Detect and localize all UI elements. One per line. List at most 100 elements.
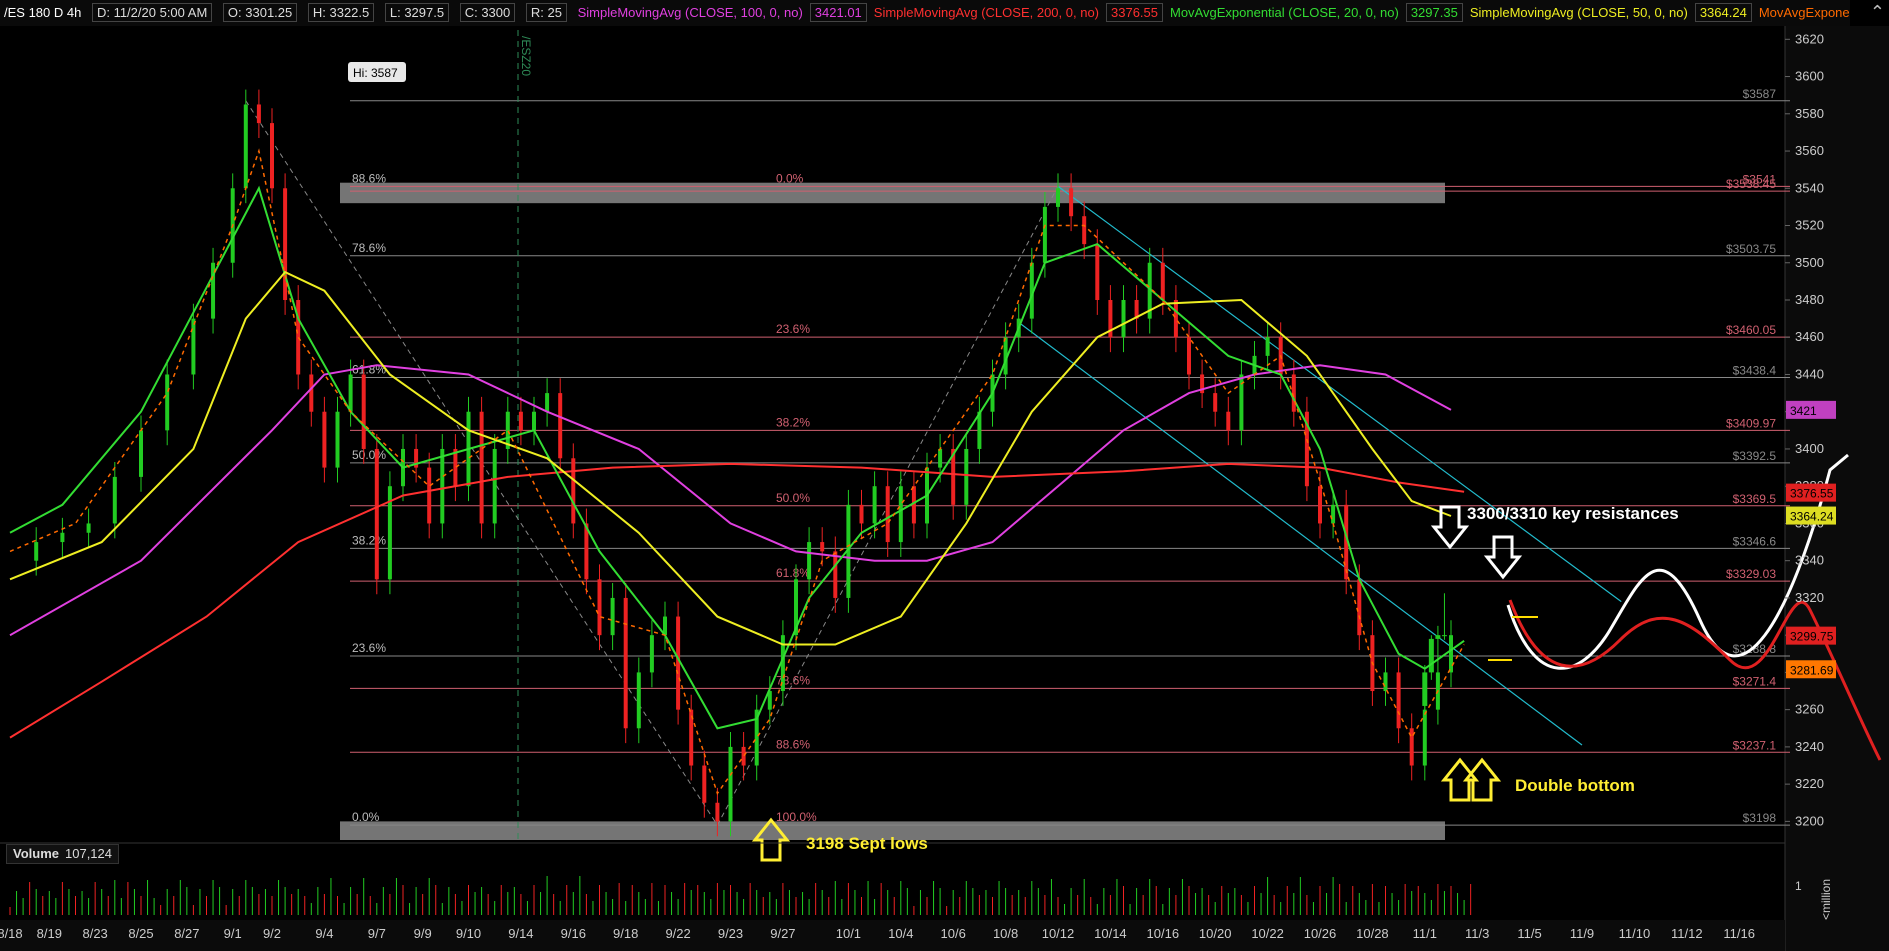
price-badge-label-0: 3421: [1790, 404, 1817, 418]
price-chart[interactable]: $3587$3541$3538.45$3503.75$3460.05$3438.…: [0, 0, 1889, 951]
candle-body: [139, 430, 143, 477]
x-axis-label-2: 8/23: [82, 926, 107, 941]
candle-body: [243, 104, 248, 189]
candle-body: [728, 746, 733, 822]
candle-body: [1160, 262, 1165, 300]
series-line-1: [9, 462, 1465, 739]
y-axis-label-18: 3260: [1795, 702, 1824, 717]
level-label-3: $3503.75: [1726, 242, 1776, 256]
series-line-0: [9, 364, 1452, 637]
x-axis-label-27: 10/28: [1356, 926, 1389, 941]
fib-left-label-0: 88.6%: [352, 171, 386, 185]
channel-lower: [1018, 321, 1583, 746]
x-axis-label-22: 10/14: [1094, 926, 1127, 941]
candle-body: [1042, 206, 1047, 263]
candle-body: [833, 551, 838, 598]
candle-body: [636, 672, 641, 729]
x-axis-label-28: 11/1: [1413, 926, 1437, 941]
y-axis-label-20: 3220: [1795, 776, 1824, 791]
candle-body: [1056, 188, 1060, 207]
candle-body: [741, 746, 746, 766]
candle-body: [309, 374, 314, 412]
channel-upper: [1057, 185, 1622, 603]
level-label-0: $3587: [1743, 87, 1777, 101]
x-axis-label-25: 10/22: [1251, 926, 1284, 941]
candle-body: [1069, 188, 1074, 217]
candle-body: [1357, 579, 1362, 636]
fib-right-label-4: 61.8%: [776, 566, 810, 580]
candle-body: [715, 802, 720, 822]
price-badge-label-3: 3299.75: [1790, 630, 1834, 644]
level-label-4: $3460.05: [1726, 323, 1776, 337]
x-axis-label-3: 8/25: [128, 926, 153, 941]
x-axis-label-21: 10/12: [1042, 926, 1075, 941]
arrow-up-icon: [1462, 757, 1502, 802]
level-label-5: $3438.4: [1733, 363, 1777, 377]
high-tag-label: Hi: 3587: [353, 66, 398, 80]
x-axis-label-24: 10/20: [1199, 926, 1232, 941]
x-axis-label-26: 10/26: [1304, 926, 1337, 941]
y-axis-label-4: 3540: [1795, 180, 1824, 195]
fib-right-label-7: 100.0%: [776, 810, 817, 824]
candle-body: [256, 104, 261, 124]
candle-body: [1331, 504, 1336, 524]
x-axis-label-16: 9/27: [770, 926, 795, 941]
candle-body: [1213, 393, 1218, 412]
x-axis-label-34: 11/16: [1723, 926, 1755, 941]
x-axis-label-15: 9/23: [718, 926, 743, 941]
series-line-3: [9, 270, 1452, 646]
candle-body: [597, 579, 602, 636]
x-axis-label-23: 10/16: [1147, 926, 1180, 941]
x-axis-label-29: 11/3: [1465, 926, 1489, 941]
candle-body: [807, 542, 812, 580]
arrow-down-icon: [1483, 535, 1523, 580]
candle-body: [440, 448, 445, 524]
candle-body: [335, 411, 340, 468]
level-label-13: $3237.1: [1733, 738, 1777, 752]
candle-body: [427, 467, 432, 524]
x-axis-label-10: 9/10: [456, 926, 481, 941]
y-axis-label-2: 3580: [1795, 106, 1824, 121]
y-axis-label-9: 3440: [1795, 366, 1824, 381]
level-label-6: $3409.97: [1726, 416, 1776, 430]
level-label-9: $3346.6: [1733, 534, 1777, 548]
fib-left-label-4: 38.2%: [352, 533, 386, 547]
candle-body: [348, 374, 353, 412]
fib-right-label-0: 0.0%: [776, 171, 804, 185]
x-axis-label-14: 9/22: [665, 926, 690, 941]
y-axis-label-21: 3200: [1795, 813, 1824, 828]
x-axis-label-8: 9/7: [368, 926, 386, 941]
x-axis-label-6: 9/2: [263, 926, 281, 941]
x-axis-label-20: 10/8: [993, 926, 1018, 941]
candle-body: [1121, 300, 1126, 338]
volume-label: Volume 107,124: [6, 844, 119, 864]
x-axis-label-32: 11/10: [1619, 926, 1651, 941]
candle-body: [361, 374, 366, 449]
x-axis-label-5: 9/1: [224, 926, 242, 941]
price-badge-label-1: 3376.55: [1790, 487, 1834, 501]
candle-body: [112, 476, 117, 524]
y-axis-label-6: 3500: [1795, 255, 1824, 270]
candle-body: [165, 374, 170, 431]
candle-body: [676, 616, 681, 710]
fib-left-label-1: 78.6%: [352, 241, 386, 255]
x-axis-label-31: 11/9: [1570, 926, 1594, 941]
candle-body: [571, 458, 576, 524]
fib-left-label-3: 50.0%: [352, 448, 386, 462]
candle-body: [322, 411, 327, 468]
fib-right-label-3: 50.0%: [776, 491, 810, 505]
sept-lows-annotation: 3198 Sept lows: [806, 834, 928, 853]
candle-body: [270, 123, 274, 189]
y-axis-label-11: 3400: [1795, 441, 1824, 456]
last-candle-body-0: [1422, 672, 1428, 706]
candle-body: [623, 597, 628, 729]
candle-body: [610, 597, 615, 636]
candle-body: [1173, 300, 1178, 338]
y-axis-label-8: 3460: [1795, 329, 1824, 344]
candle-body: [532, 411, 536, 431]
x-axis-label-4: 8/27: [174, 926, 199, 941]
arrow-down-icon: [1430, 505, 1470, 550]
candle-body: [1449, 635, 1453, 673]
y-axis-label-19: 3240: [1795, 739, 1824, 754]
x-axis-label-19: 10/6: [941, 926, 966, 941]
